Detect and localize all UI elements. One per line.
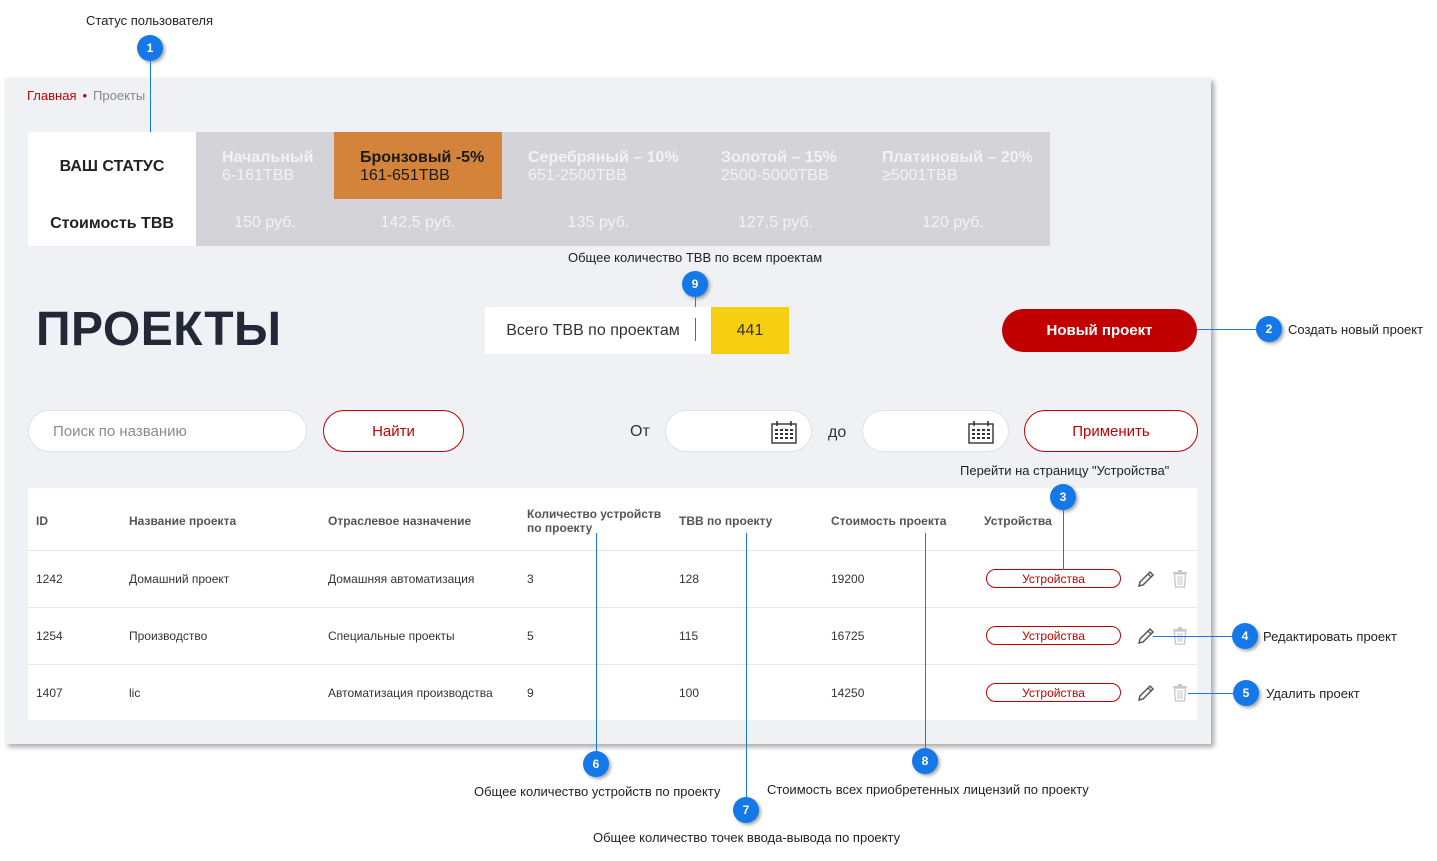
callout-text-delete-project: Удалить проект [1266, 686, 1360, 701]
cell-tvv: 128 [679, 572, 700, 586]
breadcrumb-home-link[interactable]: Главная [27, 88, 76, 103]
tier-silver: Серебряный – 10% 651-2500ТВВ [502, 132, 695, 199]
apply-button[interactable]: Применить [1024, 410, 1198, 452]
callout-text-license-cost: Стоимость всех приобретенных лицензий по… [767, 782, 1089, 797]
callout-badge-5: 5 [1233, 680, 1259, 706]
callout-text-total-tvv: Общее количество ТВВ по всем проектам [568, 250, 823, 265]
tier-name: Золотой – 15% [721, 149, 837, 166]
tier-bronze-active: Бронзовый -5% 161-651ТВВ [334, 132, 502, 199]
breadcrumb: Главная • Проекты [27, 88, 145, 103]
breadcrumb-separator: • [82, 88, 88, 103]
callout-line-4 [1153, 636, 1233, 637]
callout-badge-8: 8 [912, 748, 938, 774]
callout-line-8 [925, 533, 926, 749]
callout-text-io-points: Общее количество точек ввода-вывода по п… [593, 830, 901, 845]
tier-gold: Золотой – 15% 2500-5000ТВВ [695, 132, 856, 199]
tier-range: 161-651ТВВ [360, 167, 450, 184]
callout-badge-3: 3 [1050, 484, 1076, 510]
tier-price-bronze: 142,5 руб. [334, 199, 502, 246]
devices-button[interactable]: Устройства [986, 626, 1121, 645]
callout-badge-6: 6 [583, 751, 609, 777]
date-from-label: От [630, 423, 650, 440]
tier-starter: Начальный 6-161ТВВ [196, 132, 334, 199]
date-to-input[interactable] [862, 410, 1009, 452]
tier-range: 6-161ТВВ [222, 167, 295, 184]
cell-tvv: 115 [679, 629, 699, 643]
tier-name: Платиновый – 20% [882, 149, 1033, 166]
callout-text-device-count: Общее количество устройств по проекту [474, 784, 721, 799]
callout-badge-4: 4 [1232, 623, 1258, 649]
tier-range: 2500-5000ТВВ [721, 167, 829, 184]
cell-cost: 19200 [831, 572, 865, 586]
page-title: ПРОЕКТЫ [36, 303, 282, 356]
edit-pencil-icon[interactable] [1136, 683, 1156, 703]
callout-badge-2: 2 [1256, 316, 1282, 342]
col-header-tvv: ТВВ по проекту [679, 514, 773, 528]
cell-tvv: 100 [679, 686, 700, 700]
trash-icon[interactable] [1172, 683, 1188, 702]
cell-devices: 9 [527, 686, 534, 700]
callout-text-new-project: Создать новый проект [1288, 322, 1424, 337]
callout-badge-9: 9 [682, 271, 708, 297]
breadcrumb-current: Проекты [93, 88, 146, 103]
cell-cost: 16725 [831, 629, 865, 643]
callout-badge-7: 7 [733, 797, 759, 823]
devices-button[interactable]: Устройства [986, 569, 1121, 588]
total-tvv-label-text: Всего ТВВ по проектам [506, 321, 680, 339]
devices-button[interactable]: Устройства [986, 683, 1121, 702]
cell-id: 1242 [36, 572, 63, 586]
callout-line-5 [1188, 693, 1234, 694]
cell-devices: 5 [527, 629, 534, 643]
callout-line-1 [150, 61, 151, 142]
callout-text-edit-project: Редактировать проект [1263, 629, 1397, 644]
callout-line-3 [1063, 510, 1064, 570]
tier-price-silver: 135 руб. [502, 199, 695, 246]
edit-pencil-icon[interactable] [1136, 569, 1156, 589]
cell-id: 1407 [36, 686, 63, 700]
cell-name: Производство [129, 629, 208, 643]
calendar-icon[interactable] [968, 420, 994, 444]
cell-devices: 3 [527, 572, 534, 586]
col-header-devices-link: Устройства [984, 514, 1052, 528]
calendar-icon[interactable] [771, 420, 797, 444]
cell-sector: Специальные проекты [328, 629, 455, 643]
cell-sector: Автоматизация производства [328, 686, 493, 700]
new-project-button[interactable]: Новый проект [1002, 309, 1197, 352]
cell-name: lic [129, 686, 141, 700]
callout-badge-1: 1 [137, 35, 163, 61]
tier-range: ≥5001ТВВ [882, 167, 958, 184]
col-header-name: Название проекта [129, 514, 237, 528]
col-header-id: ID [36, 514, 48, 528]
tier-price-gold: 127,5 руб. [695, 199, 856, 246]
tier-range: 651-2500ТВВ [528, 167, 627, 184]
tier-name: Бронзовый -5% [360, 149, 485, 166]
tier-platinum: Платиновый – 20% ≥5001ТВВ [856, 132, 1050, 199]
status-label: ВАШ СТАТУС [28, 132, 196, 201]
price-label: Стоимость ТВВ [28, 201, 196, 246]
callout-line-7 [746, 533, 747, 798]
total-tvv-label: Всего ТВВ по проектам [485, 307, 711, 354]
tier-price-platinum: 120 руб. [856, 199, 1050, 246]
callout-line-9-inner [695, 318, 696, 341]
search-input[interactable]: Поиск по названию [28, 410, 307, 452]
date-to-label: до [828, 424, 847, 441]
tier-price-starter: 150 руб. [196, 199, 334, 246]
cell-id: 1254 [36, 629, 63, 643]
date-from-input[interactable] [665, 410, 812, 452]
total-tvv-value: 441 [711, 307, 789, 354]
callout-line-6 [596, 533, 597, 752]
col-header-cost: Стоимость проекта [831, 514, 947, 528]
col-header-sector: Отраслевое назначение [328, 514, 472, 528]
col-header-devices: Количество устройств по проекту [527, 507, 662, 535]
cell-cost: 14250 [831, 686, 865, 700]
cell-sector: Домашняя автоматизация [328, 572, 475, 586]
find-button[interactable]: Найти [323, 410, 464, 452]
callout-text-devices-page: Перейти на страницу "Устройства" [960, 463, 1170, 478]
callout-line-2 [1197, 329, 1257, 330]
tier-name: Серебряный – 10% [528, 149, 679, 166]
trash-icon[interactable] [1172, 569, 1188, 588]
cell-name: Домашний проект [129, 572, 230, 586]
tier-name: Начальный [222, 149, 314, 166]
callout-text-user-status: Статус пользователя [86, 13, 214, 28]
